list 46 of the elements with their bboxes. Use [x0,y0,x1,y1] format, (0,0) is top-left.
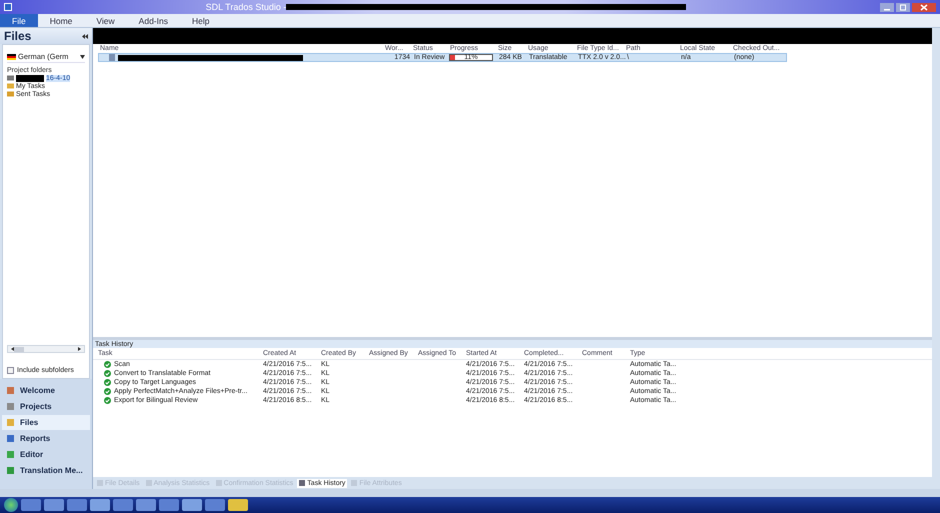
ribbon-tab[interactable]: View [84,14,127,27]
redaction-bar [16,74,44,82]
check-circle-icon [104,370,111,377]
tab-icon [216,480,222,486]
start-icon[interactable] [4,498,18,512]
ribbon-tab[interactable]: File [0,14,38,27]
taskbar-icon[interactable] [67,499,87,511]
tab-icon [146,480,152,486]
taskbar-icon[interactable] [90,499,110,511]
checkbox[interactable] [7,367,14,374]
nav-item[interactable]: Files [2,415,90,430]
check-circle-icon [104,397,111,404]
ribbon-tab[interactable]: Home [38,14,84,27]
scroll-right-icon[interactable] [78,347,81,351]
tab-icon [299,480,306,486]
check-circle-icon [104,361,111,368]
ribbon-tab[interactable]: Help [180,14,222,27]
minimize-icon[interactable] [880,2,894,12]
file-icon [109,54,115,61]
taskbar-icon[interactable] [44,499,64,511]
taskbar-icon[interactable] [136,499,156,511]
taskbar-icon[interactable] [205,499,225,511]
scroll-thumb[interactable] [14,346,24,352]
nav-item[interactable]: Translation Me... [2,463,90,478]
taskbar-icon[interactable] [182,499,202,511]
nav-item[interactable]: Welcome [2,383,90,398]
collapse-icon[interactable] [82,34,88,38]
check-circle-icon [104,388,111,395]
close-icon[interactable] [912,2,936,12]
check-circle-icon [104,379,111,386]
nav-item[interactable]: Reports [2,431,90,446]
nav-item[interactable]: Projects [2,399,90,414]
taskbar-icon[interactable] [159,499,179,511]
ribbon-tab[interactable]: Add-Ins [126,14,180,27]
app-icon [4,3,12,11]
taskbar-icon[interactable] [113,499,133,511]
nav-item[interactable]: Editor [2,447,90,462]
panel-title: Files [4,29,32,43]
tab-icon [97,480,103,486]
taskbar-icon[interactable] [228,499,248,511]
scrollbar[interactable] [7,345,85,353]
flag-icon [7,54,16,60]
tab-icon [351,480,358,486]
maximize-icon[interactable] [896,2,910,12]
window-title: SDL Trados Studio - [206,2,286,12]
caret-icon[interactable] [80,54,85,58]
